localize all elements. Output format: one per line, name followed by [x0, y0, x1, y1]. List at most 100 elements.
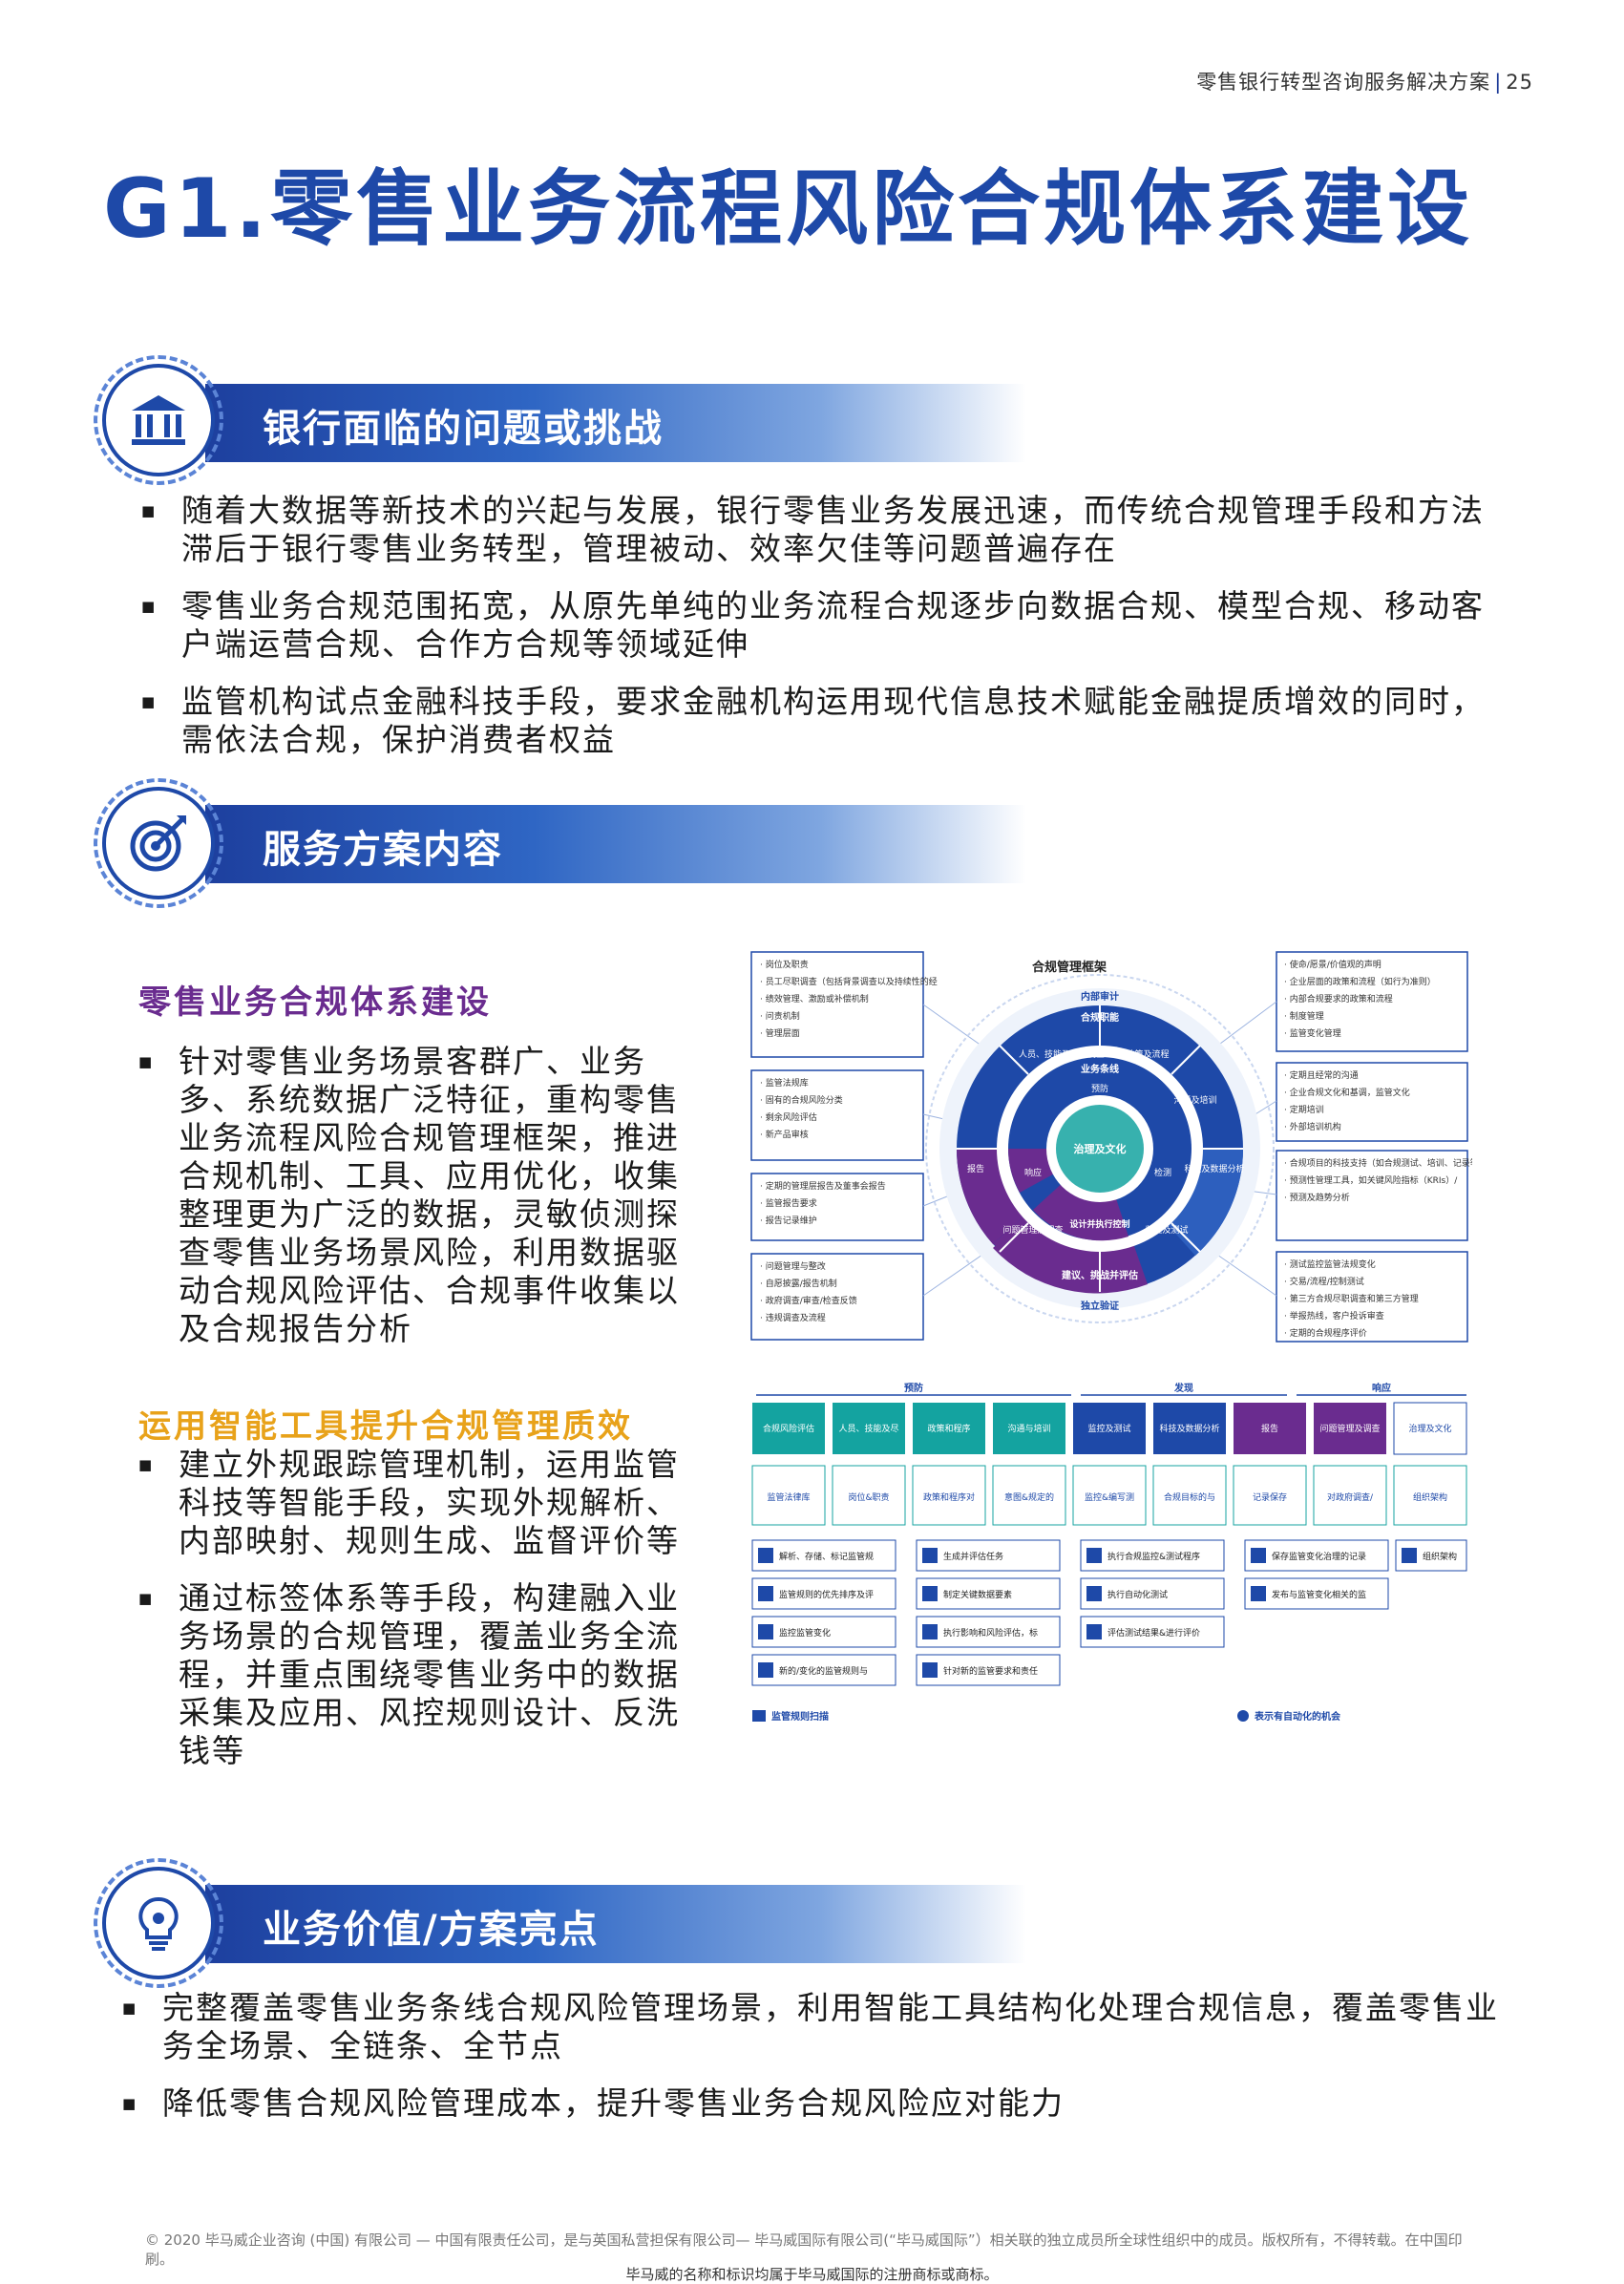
task-item-label: 执行影响和风险评估，标 — [943, 1627, 1038, 1639]
framework-item: · 使命/愿景/价值观的声明 — [1284, 959, 1381, 970]
phase-label: 预防 — [904, 1382, 923, 1394]
left-boxes: · 岗位及职责 · 员工尽职调查（包括背景调查以及持续性的经 · 绩效管理、激励或补… — [750, 951, 938, 1341]
ring-middle-label: 业务条线 — [1081, 1063, 1119, 1075]
challenges-list: 随着大数据等新技术的兴起与发展，银行零售业务发展迅速，而传统合规管理手段和方法滞… — [141, 492, 1516, 778]
framework-item: · 违规调查及流程 — [760, 1312, 826, 1323]
framework-item: · 制度管理 — [1284, 1010, 1324, 1022]
sub-process-label: 记录保存 — [1253, 1491, 1287, 1503]
framework-item: · 监管变化管理 — [1284, 1027, 1341, 1039]
task-item-label: 评估测试结果&进行评价 — [1107, 1627, 1200, 1639]
list-item: 降低零售合规风险管理成本，提升零售业务合规风险应对能力 — [122, 2084, 1526, 2123]
target-icon — [102, 787, 215, 899]
framework-item: · 报告记录维护 — [760, 1215, 817, 1226]
trademark-note: 毕马威的名称和标识均属于毕马威国际的注册商标或商标。 — [625, 2266, 999, 2283]
task-item-label: 监控监管变化 — [779, 1627, 831, 1639]
framework-item: · 政府调查/审查/检查反馈 — [760, 1295, 857, 1306]
task-item-label: 制定关键数据要素 — [943, 1589, 1012, 1600]
task-item-label: 组织架构 — [1423, 1551, 1457, 1562]
task-item-label: 保存监管变化治理的记录 — [1272, 1551, 1366, 1562]
sub-process-label: 合规目标的与 — [1164, 1491, 1215, 1503]
list-item: 完整覆盖零售业务条线合规风险管理场景，利用智能工具结构化处理合规信息，覆盖零售业… — [122, 1989, 1526, 2065]
phase-label: 响应 — [1372, 1382, 1391, 1394]
lightbulb-icon — [102, 1867, 215, 1979]
task-icon — [758, 1662, 773, 1678]
task-icon — [1086, 1624, 1102, 1639]
list-item: 监管机构试点金融科技手段，要求金融机构运用现代信息技术赋能金融提质增效的同时，需… — [141, 683, 1516, 759]
value-list: 完整覆盖零售业务条线合规风险管理场景，利用智能工具结构化处理合规信息，覆盖零售业… — [122, 1989, 1526, 2142]
compliance-system-list: 针对零售业务场景客群广、业务多、系统数据广泛特征，重构零售业务流程风险合规管理框… — [138, 1043, 711, 1367]
compliance-framework-diagram: 合规管理框架 · 岗位及职责 · 员工尽职调查（包括背景调查以及持续性的经 · 绩效… — [747, 950, 1479, 1343]
task-icon — [758, 1586, 773, 1601]
doc-title: 零售银行转型咨询服务解决方案 — [1196, 71, 1491, 94]
process-box-label: 问题管理及调查 — [1319, 1423, 1380, 1434]
framework-item: · 定期的合规程序评价 — [1284, 1327, 1367, 1339]
lightbulb-icon-badge — [94, 1858, 223, 1988]
sub-process-label: 对政府调查/ — [1327, 1491, 1374, 1503]
task-icon — [758, 1624, 773, 1639]
ring-middle-label: 响应 — [1024, 1167, 1042, 1178]
process-box-label: 报告 — [1261, 1423, 1278, 1434]
task-icon — [922, 1586, 938, 1601]
copyright-note: © 2020 毕马威企业咨询 (中国) 有限公司 — 中国有限责任公司，是与英国… — [145, 2231, 1463, 2268]
process-box-label: 人员、技能及尽 — [838, 1423, 898, 1434]
task-icon — [922, 1624, 938, 1639]
list-item: 通过标签体系等手段，构建融入业务场景的合规管理，覆盖业务全流程，并重点围绕零售业… — [138, 1579, 692, 1770]
ring-middle-label: 预防 — [1091, 1083, 1108, 1094]
legend-automation: 表示有自动化的机会 — [1254, 1710, 1340, 1723]
legend-scan: 监管规则扫描 — [771, 1710, 829, 1723]
task-icon — [758, 1548, 773, 1563]
bank-icon — [102, 364, 215, 476]
subheading-compliance-system: 零售业务合规体系建设 — [138, 983, 492, 1022]
framework-item: · 监管法规库 — [760, 1077, 809, 1089]
gear-icon — [1237, 1710, 1249, 1722]
ring-outer-label: 科技及数据分析 — [1184, 1163, 1244, 1174]
smart-tools-diagram: 预防 发现 响应 合规风险评估 人员、技能及尽 政策和程序 沟通与培训 监控及测试 科技及数据… — [747, 1382, 1472, 1737]
task-icon — [1402, 1548, 1417, 1563]
task-item-label: 针对新的监管要求和责任 — [943, 1665, 1038, 1677]
task-item-label: 执行合规监控&测试程序 — [1107, 1551, 1200, 1562]
task-item-label: 生成并评估任务 — [943, 1551, 1003, 1562]
phase-labels: 预防 发现 响应 — [756, 1382, 1466, 1396]
ring-outer-label: 问题管理及调查 — [1002, 1224, 1063, 1236]
framework-item: · 测试监控监管法规变化 — [1284, 1258, 1376, 1270]
framework-item: · 交易/流程/控制测试 — [1284, 1276, 1364, 1287]
process-box-label: 政策和程序 — [927, 1423, 970, 1434]
page-title: G1.零售业务流程风险合规体系建设 — [103, 161, 1474, 257]
task-icon — [922, 1548, 938, 1563]
process-box-label: 监控及测试 — [1087, 1423, 1130, 1434]
task-item-label: 解析、存储、标记监管规 — [779, 1551, 874, 1562]
list-item: 建立外规跟踪管理机制，运用监管科技等智能手段，实现外规解析、内部映射、规则生成、… — [138, 1446, 692, 1560]
ring-label-top: 内部审计 — [1081, 990, 1119, 1003]
sub-process-label: 岗位&职责 — [848, 1491, 889, 1503]
ring-outer-label: 人员、技能及尽职调查 — [1019, 1048, 1105, 1060]
ring-middle-label: 设计并执行控制 — [1069, 1218, 1129, 1230]
running-header: 零售银行转型咨询服务解决方案 | 25 — [1196, 71, 1533, 94]
framework-item: · 预测性管理工具，如关键风险指标（KRIs）/ — [1284, 1174, 1458, 1186]
list-item: 针对零售业务场景客群广、业务多、系统数据广泛特征，重构零售业务流程风险合规管理框… — [138, 1043, 711, 1348]
process-box-label: 合规风险评估 — [763, 1423, 814, 1434]
bank-icon-badge — [94, 355, 223, 485]
phase-label: 发现 — [1173, 1382, 1193, 1394]
framework-item: · 企业层面的政策和流程（如行为准则） — [1284, 976, 1436, 987]
ring-outer-label: 报告 — [967, 1163, 984, 1174]
framework-item: · 岗位及职责 — [760, 959, 809, 970]
framework-item: · 合规项目的科技支持（如合规测试、培训、记录等 — [1284, 1157, 1472, 1169]
framework-item: · 问题管理与整改 — [760, 1260, 826, 1272]
section-heading: 业务价值/方案亮点 — [263, 1908, 600, 1952]
diagram-title: 合规管理框架 — [1032, 960, 1107, 975]
section-banner-challenges: 银行面临的问题或挑战 — [205, 384, 1026, 462]
section-heading: 服务方案内容 — [263, 828, 503, 872]
task-icon — [1251, 1548, 1266, 1563]
subheading-smart-tools: 运用智能工具提升合规管理质效 — [138, 1407, 633, 1446]
sub-process-label: 组织架构 — [1413, 1491, 1447, 1503]
process-box-label: 沟通与培训 — [1007, 1423, 1050, 1434]
framework-item: · 管理层面 — [760, 1027, 800, 1039]
process-box-label: 治理及文化 — [1408, 1423, 1451, 1434]
section-heading: 银行面临的问题或挑战 — [263, 407, 664, 451]
task-icon — [1251, 1586, 1266, 1601]
diagram-legend: 监管规则扫描 表示有自动化的机会 — [752, 1710, 1340, 1723]
task-item-label: 发布与监管变化相关的监 — [1272, 1589, 1366, 1600]
sub-process-label: 政策和程序对 — [923, 1491, 975, 1503]
task-icon — [1086, 1586, 1102, 1601]
framework-item: · 剩余风险评估 — [760, 1111, 817, 1123]
